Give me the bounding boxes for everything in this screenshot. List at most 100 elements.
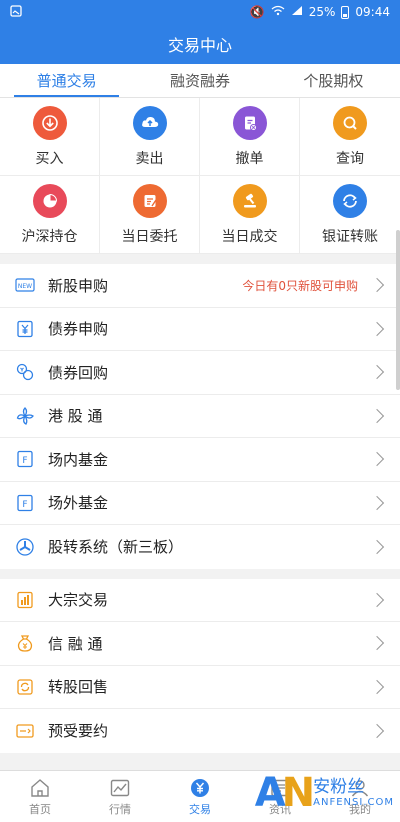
list-item-label: 大宗交易 <box>48 591 109 610</box>
holdings-button[interactable]: 沪深持仓 <box>0 176 100 254</box>
nav-label: 首页 <box>29 802 51 816</box>
page-title: 交易中心 <box>0 24 400 64</box>
wifi-icon <box>271 5 285 19</box>
buy-label: 买入 <box>35 150 64 167</box>
chevron-right-icon <box>369 539 385 554</box>
yen-icon <box>191 778 209 797</box>
query-label: 查询 <box>336 150 364 167</box>
trade-tabs: 普通交易 融资融券 个股期权 <box>0 64 400 98</box>
transfer-icon <box>333 183 367 218</box>
chevron-right-icon <box>369 723 385 738</box>
watermark-logo: AN <box>254 770 316 816</box>
download-icon <box>32 105 67 140</box>
block-trade-icon <box>14 589 36 611</box>
pie-chart-icon <box>32 183 67 218</box>
list-item-label: 债券回购 <box>48 363 109 382</box>
list-item-ipo[interactable]: NEW 新股申购 今日有0只新股可申购 <box>0 264 400 308</box>
buy-button[interactable]: 买入 <box>0 98 100 176</box>
image-icon <box>10 4 22 20</box>
repo-icon <box>14 361 36 383</box>
section-divider <box>0 254 400 264</box>
tab-margin-trade[interactable]: 融资融券 <box>133 64 266 97</box>
list-item-offsite-fund[interactable]: F 场外基金 <box>0 482 400 525</box>
list-item-neeq[interactable]: 股转系统（新三板） <box>0 525 400 569</box>
tab-stock-options[interactable]: 个股期权 <box>267 64 400 97</box>
chevron-right-icon <box>369 495 385 510</box>
signal-icon <box>291 5 303 19</box>
nav-label: 交易 <box>189 802 211 816</box>
quick-action-grid: 买入 卖出 撤单 查询 沪深持仓 当日委托 当日成交 银证转账 <box>0 98 400 254</box>
list-item-tender-offer[interactable]: 预受要约 <box>0 709 400 753</box>
svg-text:F: F <box>22 456 27 466</box>
today-deals-label: 当日成交 <box>221 228 278 245</box>
list-item-hk-connect[interactable]: 港 股 通 <box>0 395 400 438</box>
bauhinia-icon <box>14 405 36 427</box>
nav-market[interactable]: 行情 <box>80 771 160 822</box>
chevron-right-icon <box>369 365 385 380</box>
cancel-doc-icon <box>232 105 267 140</box>
clock: 09:44 <box>355 5 390 19</box>
gavel-icon <box>232 183 267 218</box>
today-orders-button[interactable]: 当日委托 <box>100 176 200 254</box>
cancel-order-label: 撤单 <box>235 150 264 167</box>
list-item-label: 新股申购 <box>48 276 109 295</box>
battery-icon <box>341 5 350 19</box>
order-doc-icon <box>132 183 167 218</box>
svg-text:F: F <box>22 500 27 510</box>
list-item-block-trade[interactable]: 大宗交易 <box>0 579 400 622</box>
cycle-icon <box>14 676 36 698</box>
query-button[interactable]: 查询 <box>300 98 400 176</box>
today-orders-label: 当日委托 <box>121 228 178 245</box>
market-icon <box>110 779 130 796</box>
chevron-right-icon <box>369 636 385 651</box>
new-icon: NEW <box>14 274 36 296</box>
list-item-label: 债券申购 <box>48 320 109 339</box>
upload-icon <box>132 105 167 140</box>
nav-trade[interactable]: 交易 <box>160 771 240 822</box>
tab-normal-trade[interactable]: 普通交易 <box>0 64 133 97</box>
chevron-right-icon <box>369 321 385 336</box>
chevron-right-icon <box>369 452 385 467</box>
chevron-right-icon <box>369 592 385 607</box>
list-item-label: 场内基金 <box>48 450 109 469</box>
search-icon <box>333 105 367 140</box>
sell-button[interactable]: 卖出 <box>100 98 200 176</box>
list-item-convertible-putback[interactable]: 转股回售 <box>0 666 400 709</box>
today-deals-button[interactable]: 当日成交 <box>200 176 300 254</box>
home-icon <box>31 778 49 797</box>
fund-icon: F <box>14 492 36 514</box>
trade-list-secondary: 大宗交易 信 融 通 转股回售 预受要约 <box>0 578 400 753</box>
chevron-right-icon <box>369 679 385 694</box>
bank-transfer-label: 银证转账 <box>322 228 378 245</box>
fund-icon: F <box>14 448 36 470</box>
svg-text:NEW: NEW <box>18 283 32 290</box>
chevron-right-icon <box>369 408 385 423</box>
holdings-label: 沪深持仓 <box>21 228 78 245</box>
trade-list-primary: NEW 新股申购 今日有0只新股可申购 债券申购 债券回购 港 股 通 F 场内… <box>0 264 400 569</box>
watermark: AN 安粉丝 ANFENSI.COM <box>255 770 394 816</box>
list-item-label: 股转系统（新三板） <box>48 538 184 557</box>
list-item-label: 信 融 通 <box>48 634 103 653</box>
scrollbar[interactable] <box>396 230 400 390</box>
status-bar: 🔇 25% 09:44 <box>0 0 400 24</box>
bank-transfer-button[interactable]: 银证转账 <box>300 176 400 254</box>
mute-icon: 🔇 <box>249 5 265 19</box>
watermark-cn: 安粉丝 <box>313 777 365 798</box>
sell-label: 卖出 <box>135 150 164 167</box>
bond-icon <box>14 318 36 340</box>
chevron-right-icon <box>369 278 385 293</box>
list-item-label: 预受要约 <box>48 722 109 741</box>
nav-label: 行情 <box>109 802 131 816</box>
list-item-label: 场外基金 <box>48 494 109 513</box>
list-item-bond-repo[interactable]: 债券回购 <box>0 351 400 395</box>
list-item-bond-subscribe[interactable]: 债券申购 <box>0 308 400 351</box>
list-item-onsite-fund[interactable]: F 场内基金 <box>0 438 400 482</box>
money-bag-icon <box>14 632 36 654</box>
offer-icon <box>14 720 36 742</box>
list-item-label: 港 股 通 <box>48 407 103 426</box>
list-item-xinrongtong[interactable]: 信 融 通 <box>0 622 400 666</box>
cancel-order-button[interactable]: 撤单 <box>200 98 300 176</box>
nav-home[interactable]: 首页 <box>0 771 80 822</box>
share-transfer-icon <box>14 536 36 558</box>
battery-percent: 25% <box>308 5 336 19</box>
